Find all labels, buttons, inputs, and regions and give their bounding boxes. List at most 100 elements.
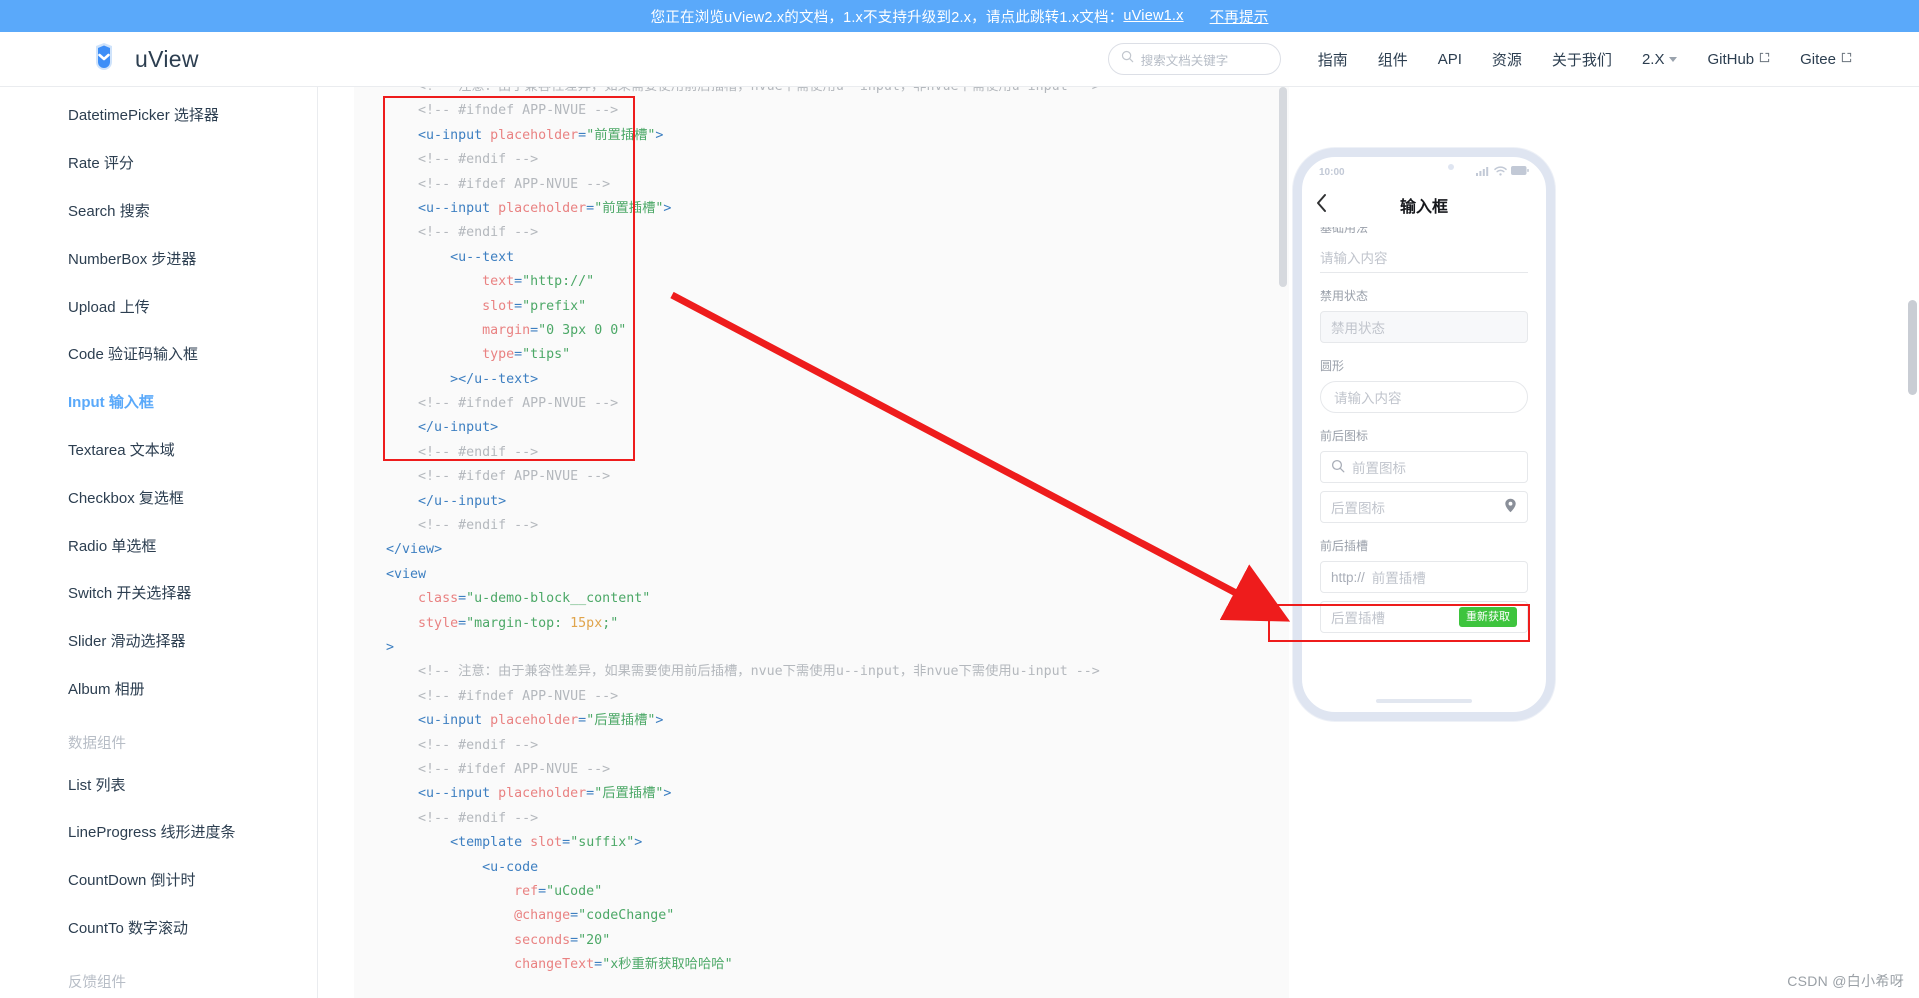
promo-banner-link[interactable]: uView1.x bbox=[1123, 8, 1183, 24]
sidebar-item[interactable]: Slider 滑动选择器 bbox=[0, 617, 317, 665]
code-token: "后置插槽" bbox=[594, 786, 664, 802]
nav-label: 组件 bbox=[1377, 51, 1408, 69]
code-token: > bbox=[655, 127, 664, 143]
code-line: <view bbox=[354, 563, 1100, 587]
sidebar-item[interactable]: CountDown 倒计时 bbox=[0, 856, 317, 904]
phone-input-suffix-icon[interactable]: 后置图标 bbox=[1320, 491, 1528, 523]
sidebar-group-label: 数据组件 bbox=[0, 712, 317, 760]
sidebar-item[interactable]: Rate 评分 bbox=[0, 139, 317, 187]
status-indicators bbox=[1476, 165, 1529, 179]
code-token: <!-- #endif --> bbox=[418, 737, 539, 753]
code-token: "前置插槽" bbox=[586, 127, 656, 143]
phone-preview-area: 10:00 输入框 基础用法 请输入内容 禁用状态 禁用状态 圆形 请输入内容 … bbox=[1289, 87, 1919, 998]
phone-input-suffix-slot[interactable]: 后置插槽 重新获取 bbox=[1320, 601, 1528, 633]
code-token: <!-- #ifdef APP-NVUE --> bbox=[418, 176, 611, 192]
nav-item-github[interactable]: GitHub bbox=[1692, 51, 1785, 68]
sidebar-item[interactable]: Upload 上传 bbox=[0, 282, 317, 330]
sidebar-item-label: 数据组件 bbox=[68, 736, 126, 753]
code-token: <!-- #ifndef APP-NVUE --> bbox=[418, 688, 619, 704]
code-line: <!-- #ifndef APP-NVUE --> bbox=[354, 685, 1100, 709]
sidebar-item[interactable]: LineProgress 线形进度条 bbox=[0, 808, 317, 856]
sidebar-item[interactable]: Album 相册 bbox=[0, 665, 317, 713]
nav-item-components[interactable]: 组件 bbox=[1363, 49, 1423, 70]
resend-code-button[interactable]: 重新获取 bbox=[1459, 606, 1517, 628]
phone-clipped-label: 基础用法 bbox=[1320, 227, 1369, 235]
sidebar-item[interactable]: Input 输入框 bbox=[0, 378, 317, 426]
placeholder-text: 后置插槽 bbox=[1331, 611, 1385, 626]
sidebar-item[interactable]: Radio 单选框 bbox=[0, 521, 317, 569]
sidebar-item-label: Rate 评分 bbox=[68, 155, 134, 173]
page-body: DatetimePicker 选择器 Rate 评分 Search 搜索 Number… bbox=[0, 87, 1919, 998]
phone-speaker bbox=[1398, 151, 1450, 155]
phone-label-icons: 前后图标 bbox=[1320, 429, 1369, 443]
sidebar-item[interactable]: Code 验证码输入框 bbox=[0, 330, 317, 378]
sidebar-item[interactable]: Search 搜索 bbox=[0, 187, 317, 235]
code-token: <!-- #endif --> bbox=[418, 152, 539, 168]
code-token: = bbox=[570, 932, 579, 948]
sidebar-item[interactable]: NumberBox 步进器 bbox=[0, 234, 317, 282]
phone-input-basic[interactable]: 请输入内容 bbox=[1320, 241, 1528, 273]
phone-page-title: 输入框 bbox=[1399, 199, 1448, 216]
code-token: "uCode" bbox=[546, 883, 603, 899]
chevron-down-icon bbox=[1669, 56, 1678, 62]
sidebar-item-label: Textarea 文本域 bbox=[68, 441, 175, 459]
code-line: <!-- #ifdef APP-NVUE --> bbox=[354, 173, 1100, 197]
code-line: <!-- #endif --> bbox=[354, 148, 1100, 172]
search-icon bbox=[1121, 50, 1134, 68]
sidebar-item-label: Search 搜索 bbox=[68, 202, 150, 220]
nav-item-about[interactable]: 关于我们 bbox=[1537, 49, 1627, 70]
sidebar-item[interactable]: List 列表 bbox=[0, 760, 317, 808]
code-line: ></u--text> bbox=[354, 368, 1100, 392]
code-token: <u-input bbox=[418, 127, 491, 143]
nav-item-resources[interactable]: 资源 bbox=[1477, 49, 1537, 70]
phone-input-prefix-slot[interactable]: http:// 前置插槽 bbox=[1320, 561, 1528, 593]
code-token: slot bbox=[482, 298, 515, 314]
code-token: slot bbox=[530, 835, 563, 851]
brand-logo-link[interactable]: uView bbox=[87, 42, 199, 76]
search-input[interactable]: 搜索文档关键字 bbox=[1107, 43, 1281, 75]
code-token: "0 3px 0 0" bbox=[538, 322, 627, 338]
sidebar-item[interactable]: Switch 开关选择器 bbox=[0, 569, 317, 617]
code-line: <!-- 注意：由于兼容性差异，如果需要使用前后插槽，nvue下需使用u--in… bbox=[354, 87, 1100, 99]
code-token: = bbox=[578, 713, 587, 729]
code-line: <!-- #ifndef APP-NVUE --> bbox=[354, 99, 1100, 123]
nav-item-gitee[interactable]: Gitee bbox=[1785, 51, 1867, 68]
phone-input-round[interactable]: 请输入内容 bbox=[1320, 381, 1528, 413]
phone-mockup: 10:00 输入框 基础用法 请输入内容 禁用状态 禁用状态 圆形 请输入内容 … bbox=[1293, 148, 1555, 721]
code-line: changeText="x秒重新获取哈哈哈" bbox=[354, 953, 1100, 977]
code-token: = bbox=[586, 200, 595, 216]
phone-input-prefix-icon[interactable]: 前置图标 bbox=[1320, 451, 1528, 483]
code-token: <!-- #ifdef APP-NVUE --> bbox=[418, 761, 611, 777]
content-scrollbar-thumb[interactable] bbox=[1279, 87, 1287, 287]
page-scrollbar-track[interactable] bbox=[1907, 34, 1917, 998]
code-token: = bbox=[578, 127, 587, 143]
code-line: <!-- 注意：由于兼容性差异，如果需要使用前后插槽，nvue下需使用u--in… bbox=[354, 660, 1100, 684]
promo-dismiss-link[interactable]: 不再提示 bbox=[1210, 6, 1269, 27]
code-block[interactable]: <!-- 注意：由于兼容性差异，如果需要使用前后插槽，nvue下需使用u--in… bbox=[354, 87, 1289, 998]
nav-item-version[interactable]: 2.X bbox=[1627, 51, 1693, 68]
sidebar-item-label: CountTo 数字滚动 bbox=[68, 919, 189, 937]
sidebar-item[interactable]: CountTo 数字滚动 bbox=[0, 904, 317, 952]
code-line: </u-input> bbox=[354, 416, 1100, 440]
sidebar-item[interactable]: DatetimePicker 选择器 bbox=[0, 91, 317, 139]
site-header: uView 搜索文档关键字 指南 组件 API 资源 关于我们 2.X GitH… bbox=[0, 32, 1919, 87]
code-token: ;" bbox=[602, 615, 619, 631]
code-line: <u-code bbox=[354, 856, 1100, 880]
nav-item-api[interactable]: API bbox=[1423, 51, 1477, 68]
code-line: <!-- #endif --> bbox=[354, 441, 1100, 465]
nav-item-guide[interactable]: 指南 bbox=[1303, 49, 1363, 70]
signal-icon bbox=[1476, 166, 1490, 179]
chevron-left-icon[interactable] bbox=[1316, 194, 1327, 217]
sidebar-item[interactable]: Checkbox 复选框 bbox=[0, 473, 317, 521]
sidebar-item-label: LineProgress 线形进度条 bbox=[68, 824, 236, 842]
code-token: </u-input> bbox=[418, 420, 499, 436]
code-line: > bbox=[354, 636, 1100, 660]
watermark: CSDN @白小希呀 bbox=[1787, 973, 1904, 989]
code-token: <view bbox=[386, 566, 427, 582]
code-token: @change bbox=[514, 908, 571, 924]
page-scrollbar-thumb[interactable] bbox=[1908, 300, 1917, 395]
code-line: <!-- #ifdef APP-NVUE --> bbox=[354, 465, 1100, 489]
code-token: = bbox=[562, 835, 571, 851]
code-token: = bbox=[514, 274, 523, 290]
sidebar-item[interactable]: Textarea 文本域 bbox=[0, 426, 317, 474]
